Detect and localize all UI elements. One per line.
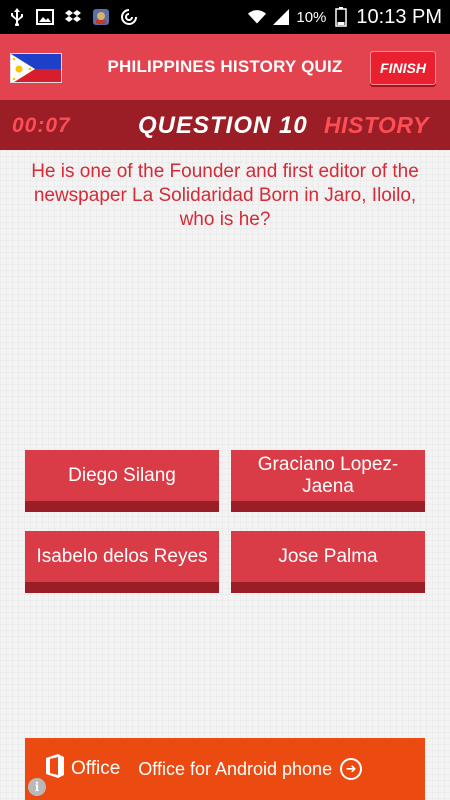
timer: 00:07 (12, 114, 71, 137)
app-bar: PHILIPPINES HISTORY QUIZ FINISH (0, 34, 450, 100)
arrow-right-icon: ➜ (340, 758, 363, 780)
app-icon (92, 8, 110, 26)
dropbox-icon (64, 8, 82, 26)
image-icon (36, 8, 54, 26)
battery-percent: 10% (296, 8, 327, 26)
answer-button-4[interactable]: Jose Palma (231, 531, 425, 593)
category-label: HISTORY (324, 112, 429, 138)
wifi-icon (248, 8, 267, 26)
question-text: He is one of the Founder and first edito… (31, 161, 419, 230)
signal-icon (272, 8, 290, 26)
info-icon[interactable]: i (28, 778, 46, 796)
status-bar: 10% 10:13 PM (0, 0, 450, 34)
office-icon (45, 754, 65, 784)
question-header: 00:07 QUESTION 10 HISTORY (0, 100, 450, 150)
usb-icon (8, 8, 26, 26)
finish-button[interactable]: FINISH (370, 51, 436, 85)
sync-icon (120, 8, 138, 26)
office-logo: Office (45, 754, 120, 784)
battery-icon (332, 7, 350, 27)
ad-banner[interactable]: Office Office for Android phone ➜ (25, 738, 425, 800)
answer-button-1[interactable]: Diego Silang (25, 450, 219, 512)
notification-icons (8, 8, 138, 26)
answer-button-2[interactable]: Graciano Lopez-Jaena (231, 450, 425, 512)
answer-button-3[interactable]: Isabelo delos Reyes (25, 531, 219, 593)
question-number: QUESTION 10 (138, 112, 308, 139)
system-indicators: 10% 10:13 PM (248, 6, 442, 29)
clock: 10:13 PM (356, 5, 442, 28)
office-logo-text: Office (71, 758, 121, 779)
ad-text: Office for Android phone (138, 758, 333, 779)
